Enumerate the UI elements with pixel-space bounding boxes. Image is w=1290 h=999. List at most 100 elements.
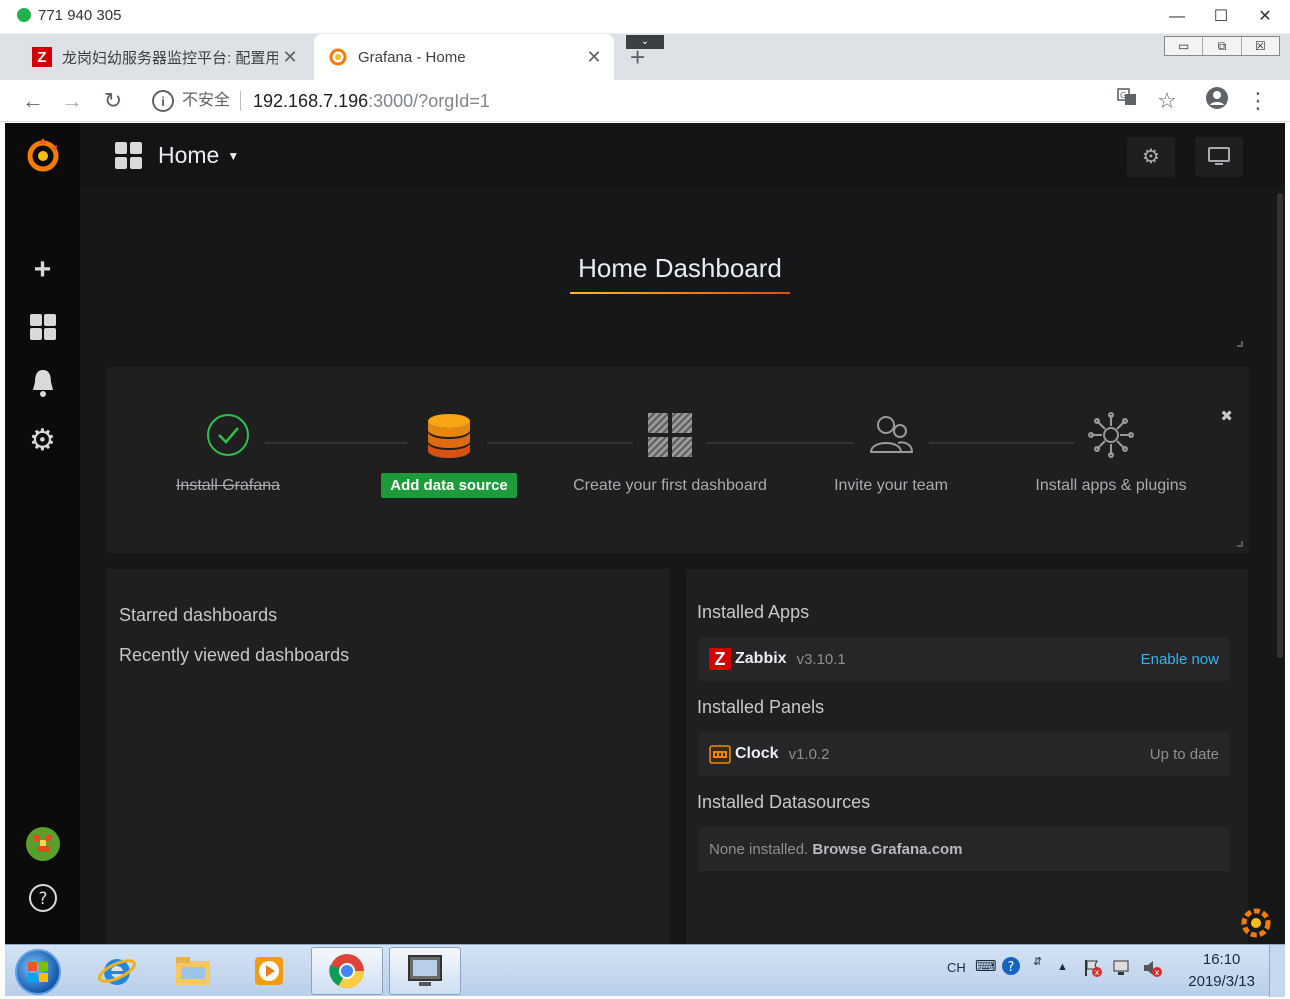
back-arrow-icon[interactable]: ← [18,86,48,116]
profile-icon[interactable] [1202,86,1232,116]
update-status: Up to date [1149,745,1219,763]
tv-mode-button[interactable] [1195,137,1243,177]
caret-down-icon: ▼ [227,148,240,163]
address-bar[interactable]: i 不安全 192.168.7.196:3000/?orgId=1 [142,84,1102,118]
installed-datasources-heading: Installed Datasources [697,792,871,812]
remote-restore-button[interactable]: ⧉ [1203,37,1242,55]
system-clock[interactable]: 16:10 2019/3/13 [1188,949,1255,993]
step-create-dashboard: Create your first dashboard [560,407,780,495]
step-label[interactable]: Invite your team [781,477,1001,495]
remote-desktop-icon[interactable] [389,947,461,995]
info-icon[interactable]: i [152,90,174,112]
internet-explorer-icon[interactable] [81,947,153,995]
keyboard-icon[interactable]: ⌨ [975,957,997,975]
datasources-empty-card: None installed. Browse Grafana.com [699,827,1229,871]
reload-icon[interactable]: ↻ [98,86,128,116]
side-menu: + ⚙ ? [5,123,80,944]
tab-zabbix[interactable]: Z 龙岗妇幼服务器监控平台: 配置用 ✕ [18,34,310,80]
svg-text:x: x [1095,968,1100,977]
home-dashboard-heading: Home Dashboard [570,253,790,294]
page-scrollbar[interactable] [1277,193,1283,658]
maximize-button[interactable]: ☐ [1206,4,1236,30]
show-hidden-icons-arrow[interactable]: ▲ [1057,961,1068,973]
help-icon[interactable]: ? [5,883,80,918]
getting-started-panel: ✖ Install Grafana Add data source Create… [107,367,1249,553]
input-language-indicator[interactable]: CH [947,960,966,975]
svg-text:?: ? [38,889,47,909]
dashboard-settings-button[interactable]: ⚙ [1127,137,1175,177]
ime-options-icon[interactable]: ⇵ [1033,955,1042,968]
help-tray-icon[interactable]: ? [1001,956,1021,979]
title-underline [570,292,790,294]
empty-state-text: None installed. Browse Grafana.com [709,841,962,858]
app-card-zabbix[interactable]: Z Zabbix v3.10.1 Enable now [699,637,1229,681]
start-button[interactable] [15,949,61,995]
svg-text:G: G [1120,91,1126,100]
step-label[interactable]: Install apps & plugins [1001,477,1221,495]
browse-grafana-link[interactable]: Browse Grafana.com [812,841,962,858]
check-icon [207,414,249,456]
close-icon[interactable]: ✖ [1220,407,1233,425]
close-window-button[interactable]: ✕ [1250,4,1280,30]
panel-card-clock[interactable]: Clock v1.0.2 Up to date [699,732,1229,776]
session-id: 771 940 305 [38,7,122,24]
file-explorer-icon[interactable] [157,947,229,995]
plugin-version: v1.0.2 [788,745,830,763]
chevron-down-icon[interactable]: ⌄ [626,35,664,49]
menu-dots-icon[interactable]: ⋮ [1243,86,1273,116]
none-installed-text: None installed. [709,840,809,858]
grafana-icon [328,47,348,67]
minimize-button[interactable]: — [1162,4,1192,30]
alerting-bell-icon[interactable] [5,368,80,403]
network-icon[interactable] [1112,958,1132,981]
svg-text:?: ? [1008,960,1015,975]
add-data-source-button[interactable]: Add data source [381,473,517,498]
show-desktop-button[interactable] [1269,945,1285,997]
plugin-name: Zabbix [735,650,787,667]
configuration-gear-icon[interactable]: ⚙ [5,423,80,458]
chrome-icon[interactable] [311,947,383,995]
grafana-extension-icon[interactable] [1239,906,1273,940]
forward-arrow-icon[interactable]: → [57,86,87,116]
svg-text:x: x [1155,968,1160,977]
step-install-grafana: Install Grafana [118,407,338,495]
plugin-version: v3.10.1 [796,650,846,668]
translate-icon[interactable]: G [1112,86,1142,116]
tab-title: 龙岗妇幼服务器监控平台: 配置用 [62,49,278,67]
volume-muted-icon[interactable]: x [1142,958,1162,981]
user-avatar[interactable] [5,826,80,867]
browser-toolbar: ← → ↻ i 不安全 192.168.7.196:3000/?orgId=1 … [0,80,1290,122]
enable-now-link[interactable]: Enable now [1141,651,1219,668]
clock-panel-icon [709,743,731,765]
gear-icon: ⚙ [1142,146,1160,168]
panel-resize-handle[interactable] [1237,341,1243,347]
url-rest: :3000/?orgId=1 [368,90,490,111]
remote-minimize-button[interactable]: ▭ [1165,37,1204,55]
dashboard-grid-icon [115,142,142,169]
create-plus-icon[interactable]: + [5,253,80,287]
clock-time: 16:10 [1202,951,1241,968]
bookmark-star-icon[interactable]: ☆ [1152,86,1182,116]
step-invite-team: Invite your team [781,407,1001,495]
tab-grafana-home[interactable]: Grafana - Home ✕ [314,34,614,80]
team-icon [869,416,914,453]
remote-session-titlebar: 771 940 305 — ☐ ✕ [0,0,1290,34]
step-label[interactable]: Create your first dashboard [560,477,780,495]
url-text[interactable]: 192.168.7.196:3000/?orgId=1 [253,91,490,112]
grafana-app: + ⚙ ? Home ▼ ⚙ Home Dashboard ✖ Install … [5,123,1285,944]
connection-status-icon [17,8,31,22]
close-tab-icon[interactable]: ✕ [582,47,606,68]
dashboard-picker-button[interactable]: Home ▼ [115,142,239,169]
dashboards-icon[interactable] [5,313,80,346]
panel-resize-handle[interactable] [1237,541,1243,547]
action-center-flag-icon[interactable]: x [1083,958,1103,981]
step-label: Install Grafana [175,477,281,494]
step-add-data-source: Add data source [339,407,559,498]
installed-panels-heading: Installed Panels [697,697,825,717]
media-player-icon[interactable] [233,947,305,995]
database-icon [428,414,470,458]
windows-taskbar: CH ⌨ ? ⇵ ▲ x x 16:10 2019/3/13 [5,944,1285,997]
remote-close-button[interactable]: ☒ [1242,37,1279,55]
grafana-logo-icon[interactable] [5,135,80,180]
close-tab-icon[interactable]: ✕ [278,47,302,68]
